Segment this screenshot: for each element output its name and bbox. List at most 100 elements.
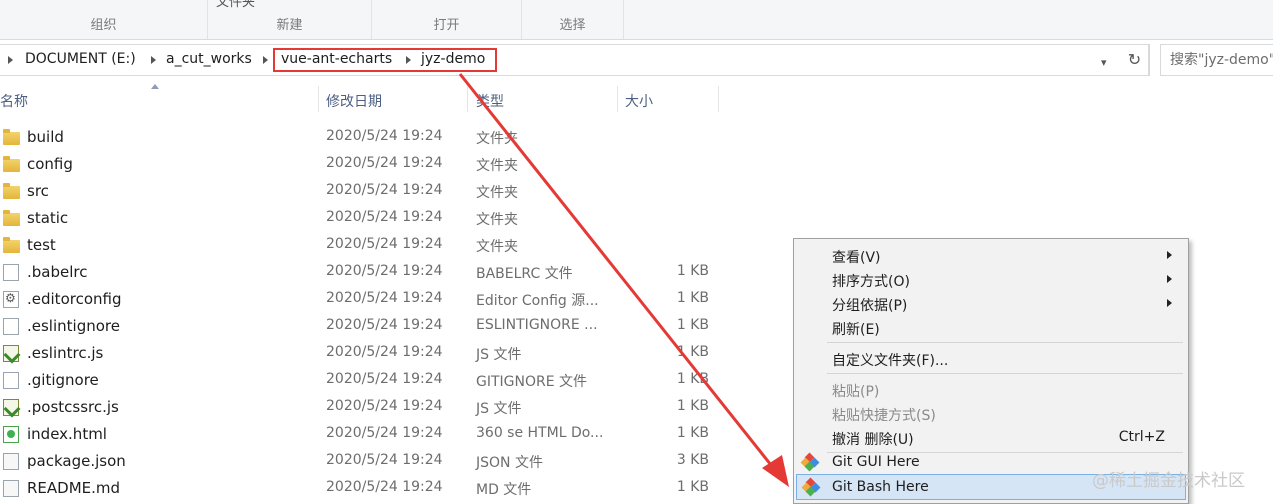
menu-item-label: 粘贴(P) (832, 384, 880, 400)
file-name: .eslintrc.js (27, 344, 104, 362)
git-icon (801, 477, 821, 497)
config-file-icon (3, 291, 19, 308)
ribbon-group-label: 选择 (559, 18, 586, 33)
file-date: 2020/5/24 19:24 (326, 317, 443, 333)
refresh-button[interactable]: ↻ (1121, 44, 1149, 76)
menu-item-label: 撤消 删除(U) (832, 432, 914, 448)
new-folder-label[interactable]: 文件夹 (216, 0, 371, 10)
file-name: test (27, 236, 56, 254)
file-size: 1 KB (676, 344, 709, 360)
file-date: 2020/5/24 19:24 (326, 128, 443, 144)
folder-icon (3, 129, 20, 145)
file-name: .babelrc (27, 263, 88, 281)
file-icon (3, 372, 19, 389)
menu-item-paste-shortcut[interactable]: 粘贴快捷方式(S) (796, 401, 1186, 425)
submenu-arrow-icon (1167, 299, 1172, 307)
file-name: config (27, 155, 73, 173)
file-type: 文件夹 (476, 131, 518, 147)
menu-item-label: Git Bash Here (832, 479, 929, 495)
file-name: .gitignore (27, 371, 99, 389)
chevron-right-icon[interactable] (151, 56, 156, 64)
menu-item-label: 粘贴快捷方式(S) (832, 408, 936, 424)
menu-item-label: 排序方式(O) (832, 274, 910, 290)
git-icon (800, 452, 820, 472)
ribbon-group-organize[interactable]: 组织 (0, 0, 208, 39)
ribbon-group-select[interactable]: 选择 (522, 0, 624, 39)
file-type: JS 文件 (476, 347, 522, 363)
chevron-right-icon[interactable] (8, 56, 13, 64)
file-icon (3, 264, 19, 281)
file-date: 2020/5/24 19:24 (326, 290, 443, 306)
path-highlight-annotation (273, 48, 497, 72)
chevron-down-icon[interactable]: ▾ (1101, 56, 1107, 69)
file-row-config[interactable]: config 2020/5/24 19:24 文件夹 (0, 151, 1273, 178)
ribbon-group-label: 组织 (90, 18, 117, 33)
ribbon-group-label: 新建 (276, 18, 303, 33)
search-box[interactable] (1160, 44, 1273, 76)
file-type: Editor Config 源... (476, 293, 599, 309)
ribbon-group-open[interactable]: 打开 (372, 0, 522, 39)
file-date: 2020/5/24 19:24 (326, 263, 443, 279)
file-date: 2020/5/24 19:24 (326, 182, 443, 198)
file-row-src[interactable]: src 2020/5/24 19:24 文件夹 (0, 178, 1273, 205)
folder-icon (3, 156, 20, 172)
file-type: 文件夹 (476, 158, 518, 174)
breadcrumb-a-cut-works[interactable]: a_cut_works (166, 51, 252, 67)
menu-item-label: 分组依据(P) (832, 298, 908, 314)
ribbon-group-new[interactable]: 文件夹 新建 (208, 0, 372, 39)
file-date: 2020/5/24 19:24 (326, 209, 443, 225)
menu-item-sort-by[interactable]: 排序方式(O) (796, 267, 1186, 291)
file-date: 2020/5/24 19:24 (326, 425, 443, 441)
file-type: JS 文件 (476, 401, 522, 417)
file-date: 2020/5/24 19:24 (326, 398, 443, 414)
md-file-icon (3, 480, 19, 497)
file-name: .editorconfig (27, 290, 122, 308)
menu-item-undo-delete[interactable]: 撤消 删除(U) Ctrl+Z (796, 425, 1186, 449)
file-date: 2020/5/24 19:24 (326, 344, 443, 360)
search-input[interactable] (1161, 45, 1273, 75)
chevron-right-icon[interactable] (263, 56, 268, 64)
file-date: 2020/5/24 19:24 (326, 452, 443, 468)
column-header-size[interactable]: 大小 (625, 91, 653, 111)
column-divider[interactable] (318, 86, 319, 112)
file-type: ESLINTIGNORE ... (476, 317, 598, 333)
column-header-name[interactable]: 名称 (0, 91, 28, 111)
menu-item-shortcut: Ctrl+Z (1118, 429, 1165, 445)
file-date: 2020/5/24 19:24 (326, 155, 443, 171)
file-name: .postcssrc.js (27, 398, 119, 416)
file-row-build[interactable]: build 2020/5/24 19:24 文件夹 (0, 124, 1273, 151)
menu-item-group-by[interactable]: 分组依据(P) (796, 291, 1186, 315)
file-date: 2020/5/24 19:24 (326, 371, 443, 387)
sort-ascending-icon (151, 84, 159, 89)
menu-separator (827, 342, 1183, 343)
menu-item-paste[interactable]: 粘贴(P) (796, 377, 1186, 401)
file-name: .eslintignore (27, 317, 120, 335)
file-type: GITIGNORE 文件 (476, 374, 588, 390)
file-row-static[interactable]: static 2020/5/24 19:24 文件夹 (0, 205, 1273, 232)
file-size: 1 KB (676, 398, 709, 414)
menu-separator (827, 373, 1183, 374)
file-size: 1 KB (676, 425, 709, 441)
breadcrumb-drive[interactable]: DOCUMENT (E:) (25, 51, 136, 67)
column-header-type[interactable]: 类型 (476, 91, 504, 111)
menu-item-refresh[interactable]: 刷新(E) (796, 315, 1186, 339)
context-menu: 查看(V) 排序方式(O) 分组依据(P) 刷新(E) 自定义文件夹(F)...… (793, 238, 1189, 504)
file-type: 文件夹 (476, 239, 518, 255)
file-size: 1 KB (676, 290, 709, 306)
menu-item-label: 刷新(E) (832, 322, 880, 338)
file-size: 1 KB (676, 479, 709, 495)
column-divider[interactable] (617, 86, 618, 112)
folder-icon (3, 183, 20, 199)
file-name: package.json (27, 452, 126, 470)
file-name: README.md (27, 479, 121, 497)
menu-item-label: 查看(V) (832, 250, 881, 266)
column-divider[interactable] (718, 86, 719, 112)
address-bar[interactable]: DOCUMENT (E:) a_cut_works vue-ant-echart… (0, 44, 1150, 76)
file-date: 2020/5/24 19:24 (326, 479, 443, 495)
menu-item-customize-folder[interactable]: 自定义文件夹(F)... (796, 346, 1186, 370)
column-divider[interactable] (467, 86, 468, 112)
menu-item-view[interactable]: 查看(V) (796, 243, 1186, 267)
column-header-modified[interactable]: 修改日期 (326, 91, 382, 111)
file-type: 360 se HTML Do... (476, 425, 604, 441)
folder-icon (3, 210, 20, 226)
